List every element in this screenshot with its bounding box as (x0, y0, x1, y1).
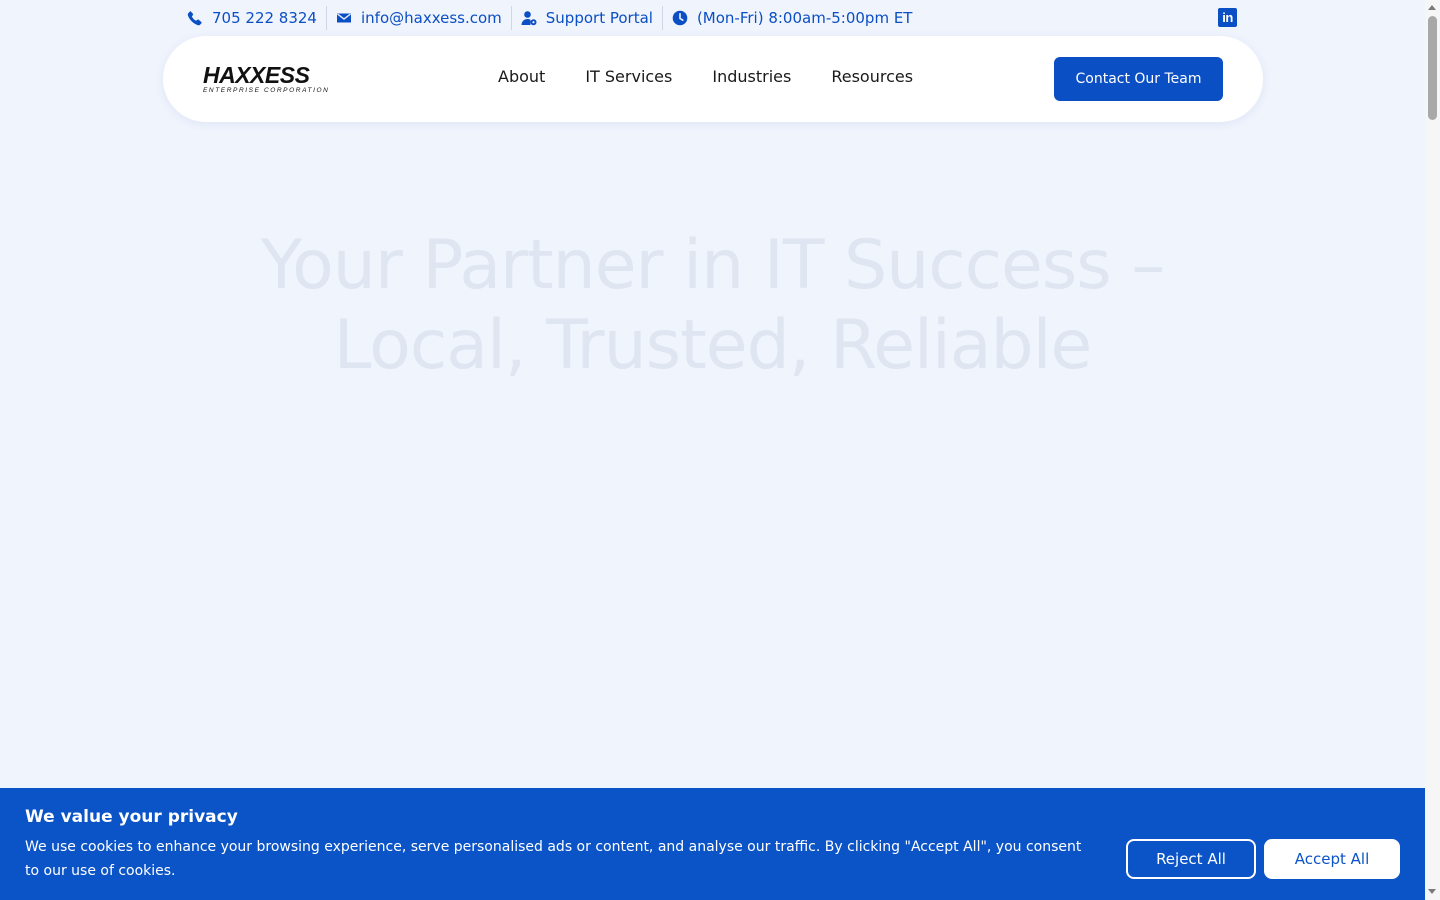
email-address: info@haxxess.com (360, 9, 502, 27)
accept-all-button[interactable]: Accept All (1264, 839, 1400, 879)
nav-item-it-services[interactable]: IT Services (585, 67, 672, 86)
nav-item-about[interactable]: About (498, 67, 545, 86)
email-link[interactable]: info@haxxess.com (327, 5, 511, 31)
support-portal-label: Support Portal (545, 9, 653, 27)
support-portal-link[interactable]: Support Portal (512, 5, 662, 31)
hero-title-line-2: Local, Trusted, Reliable (333, 306, 1093, 385)
scrollbar-thumb[interactable] (1428, 16, 1437, 120)
nav-item-resources[interactable]: Resources (831, 67, 913, 86)
logo-subtitle: ENTERPRISE CORPORATION (203, 87, 330, 94)
cookie-text: We use cookies to enhance your browsing … (25, 839, 1082, 879)
logo-wordmark: HAXXESS (203, 62, 310, 88)
page-scrollbar[interactable] (1425, 0, 1440, 900)
cookie-consent-banner: We value your privacy We use cookies to … (0, 788, 1425, 900)
top-info-bar: 705 222 8324 info@haxxess.com Support Po… (187, 0, 921, 36)
business-hours: (Mon-Fri) 8:00am-5:00pm ET (663, 5, 922, 31)
envelope-icon (336, 13, 351, 23)
linkedin-icon[interactable]: in (1218, 8, 1237, 27)
scroll-down-arrow-icon[interactable] (1428, 889, 1436, 894)
phone-link[interactable]: 705 222 8324 (187, 5, 326, 31)
scroll-up-arrow-icon[interactable] (1428, 5, 1436, 10)
reject-all-button[interactable]: Reject All (1126, 839, 1256, 879)
hours-text: (Mon-Fri) 8:00am-5:00pm ET (696, 9, 913, 27)
cookie-title: We value your privacy (25, 807, 238, 827)
main-nav: About IT Services Industries Resources (498, 67, 913, 86)
nav-item-industries[interactable]: Industries (712, 67, 791, 86)
phone-number: 705 222 8324 (212, 9, 317, 27)
hero-title: Your Partner in IT Success – Local, Trus… (0, 226, 1425, 386)
hero-title-line-1: Your Partner in IT Success – (260, 226, 1166, 305)
logo[interactable]: HAXXESS ENTERPRISE CORPORATION (203, 62, 339, 95)
site-header: HAXXESS ENTERPRISE CORPORATION About IT … (163, 36, 1263, 122)
user-support-icon (521, 11, 537, 26)
clock-icon (672, 10, 688, 26)
phone-icon (187, 11, 202, 26)
contact-our-team-button[interactable]: Contact Our Team (1054, 57, 1223, 101)
